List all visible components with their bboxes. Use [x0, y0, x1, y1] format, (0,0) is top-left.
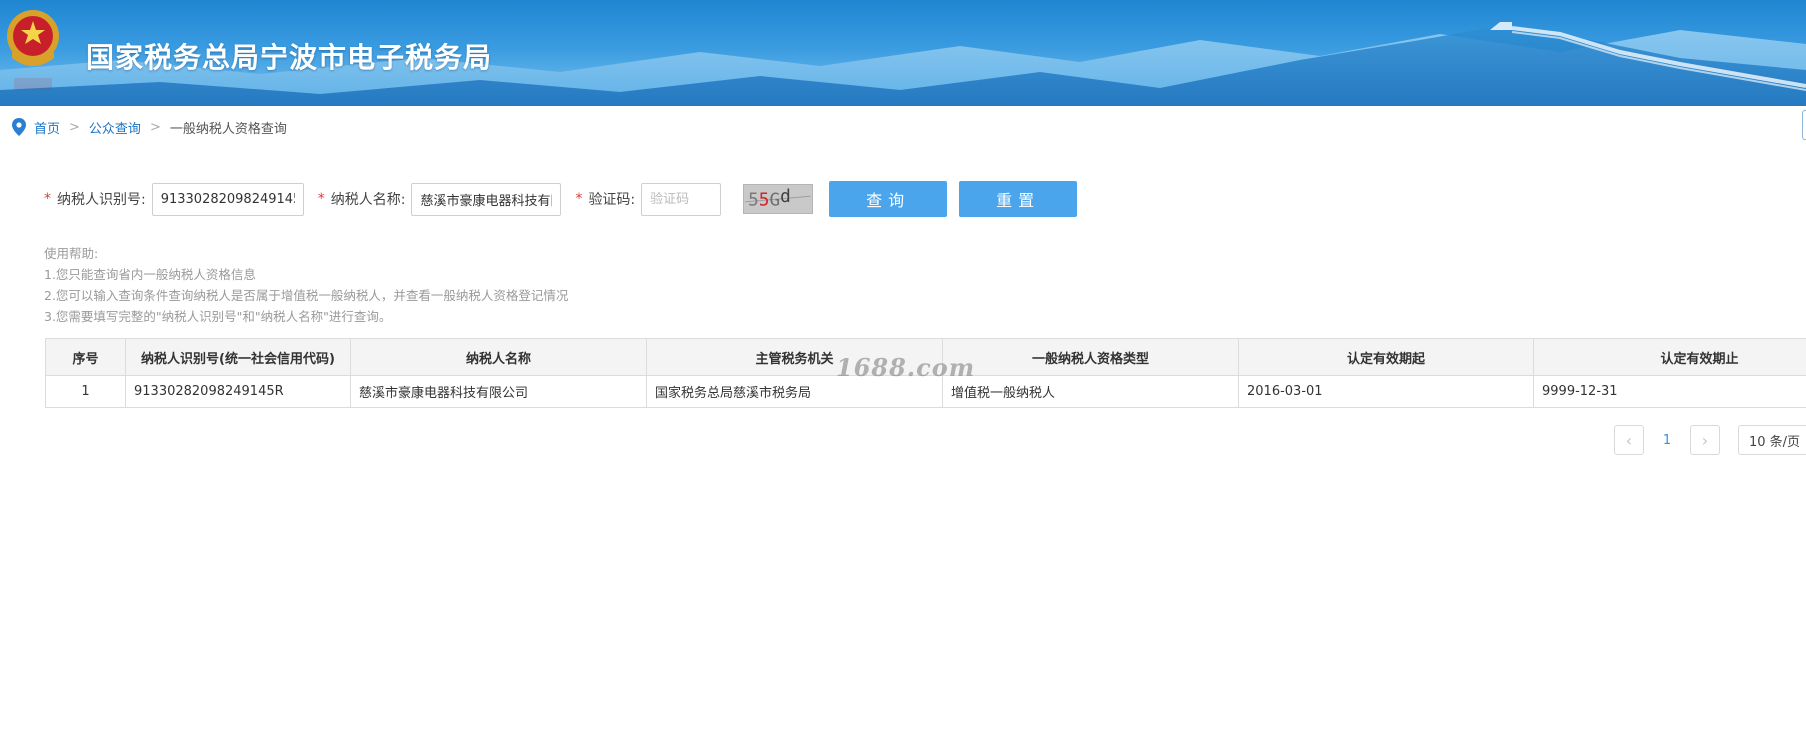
help-section: 使用帮助: 1.您只能查询省内一般纳税人资格信息 2.您可以输入查询条件查询纳税…: [44, 243, 568, 327]
page-number-1[interactable]: 1: [1647, 433, 1687, 448]
column-header-valid-from: 认定有效期起: [1238, 338, 1534, 376]
captcha-image[interactable]: 55Gd: [743, 184, 814, 214]
column-header-qualification-type: 一般纳税人资格类型: [942, 338, 1239, 376]
next-page-button[interactable]: ›: [1690, 425, 1720, 455]
column-header-taxpayer-id: 纳税人识别号(统一社会信用代码): [125, 338, 351, 376]
required-mark: *: [317, 191, 325, 207]
location-pin-icon: [12, 118, 26, 136]
query-button[interactable]: 查询: [829, 181, 948, 217]
results-table-container: 序号 纳税人识别号(统一社会信用代码) 纳税人名称 主管税务机关 一般纳税人资格…: [45, 338, 1806, 408]
required-mark: *: [575, 191, 583, 207]
pagination: ‹ 1 › 10 条/页: [1614, 425, 1806, 455]
breadcrumb-current: 一般纳税人资格查询: [169, 121, 287, 137]
captcha-char-1: 5: [748, 191, 759, 211]
help-title: 使用帮助:: [44, 246, 99, 261]
help-line: 3.您需要填写完整的"纳税人识别号"和"纳税人名称"进行查询。: [44, 309, 392, 324]
required-mark: *: [44, 191, 51, 207]
cell-valid-from: 2016-03-01: [1238, 375, 1534, 408]
table-header-row: 序号 纳税人识别号(统一社会信用代码) 纳税人名称 主管税务机关 一般纳税人资格…: [45, 338, 1806, 376]
results-table: 序号 纳税人识别号(统一社会信用代码) 纳税人名称 主管税务机关 一般纳税人资格…: [45, 338, 1806, 408]
cell-index: 1: [45, 375, 126, 408]
breadcrumb: 首页 > 公众查询 > 一般纳税人资格查询: [12, 116, 287, 138]
header-banner: 国家税务总局宁波市电子税务局: [0, 0, 1806, 106]
table-row: 1 91330282098249145R 慈溪市豪康电器科技有限公司 国家税务总…: [45, 375, 1806, 408]
captcha-char-4: d: [780, 187, 791, 207]
tax-emblem-icon: [7, 10, 59, 90]
chevron-right-icon: ›: [1701, 430, 1709, 450]
prev-page-button[interactable]: ‹: [1614, 425, 1644, 455]
column-header-valid-to: 认定有效期止: [1533, 338, 1806, 376]
page-size-select[interactable]: 10 条/页: [1738, 425, 1806, 455]
captcha-char-3: G: [770, 191, 781, 211]
cell-tax-authority: 国家税务总局慈溪市税务局: [646, 375, 943, 408]
cell-valid-to: 9999-12-31: [1533, 375, 1806, 408]
breadcrumb-separator: >: [149, 119, 161, 135]
taxpayer-id-label: 纳税人识别号:: [57, 192, 146, 208]
cell-taxpayer-name: 慈溪市豪康电器科技有限公司: [350, 375, 647, 408]
help-line: 1.您只能查询省内一般纳税人资格信息: [44, 267, 256, 282]
help-line: 2.您可以输入查询条件查询纳税人是否属于增值税一般纳税人，并查看一般纳税人资格登…: [44, 288, 569, 303]
breadcrumb-public-query-link[interactable]: 公众查询: [89, 118, 141, 137]
captcha-label: 验证码:: [588, 192, 636, 208]
breadcrumb-separator: >: [69, 119, 80, 135]
taxpayer-id-input[interactable]: [151, 182, 304, 216]
cell-qualification-type: 增值税一般纳税人: [942, 375, 1239, 408]
site-title: 国家税务总局宁波市电子税务局: [86, 41, 493, 74]
column-header-index: 序号: [45, 338, 126, 376]
cell-taxpayer-id: 91330282098249145R: [125, 375, 351, 408]
breadcrumb-home-link[interactable]: 首页: [34, 118, 60, 137]
captcha-input[interactable]: [641, 182, 722, 216]
column-header-taxpayer-name: 纳税人名称: [350, 338, 647, 376]
column-header-tax-authority: 主管税务机关: [646, 338, 943, 376]
reset-button[interactable]: 重置: [959, 181, 1078, 217]
taxpayer-name-input[interactable]: [411, 182, 562, 216]
side-panel-toggle[interactable]: [1802, 110, 1806, 140]
chevron-left-icon: ‹: [1625, 430, 1633, 450]
search-form: * 纳税人识别号: * 纳税人名称: * 验证码: 55Gd 查询 重置: [44, 181, 1078, 217]
taxpayer-name-label: 纳税人名称:: [330, 192, 406, 208]
captcha-char-2: 5: [759, 191, 770, 211]
